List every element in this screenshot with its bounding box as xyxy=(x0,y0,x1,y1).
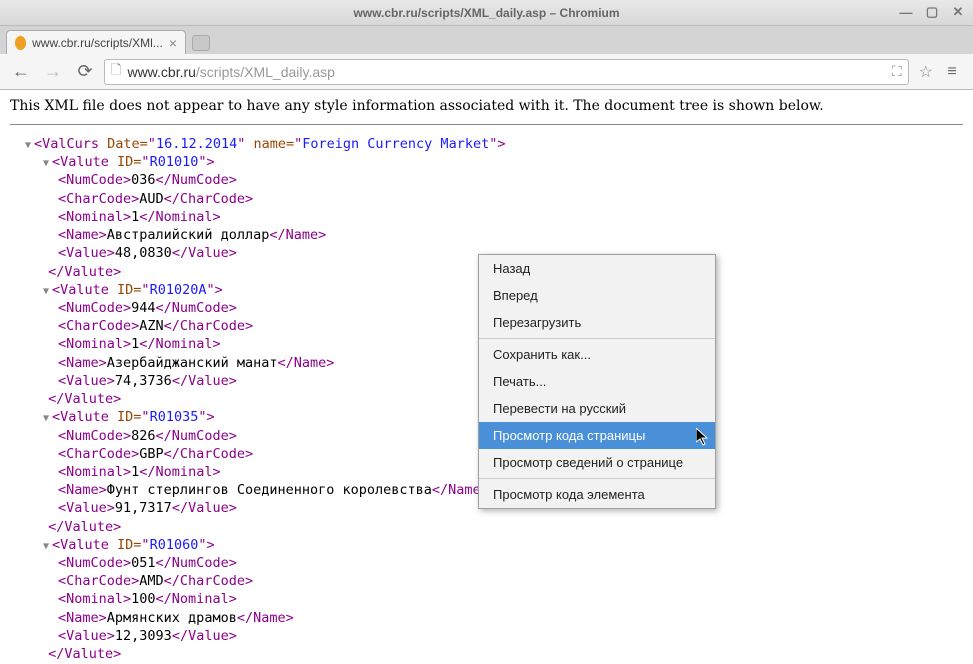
url-host: www.cbr.ru xyxy=(127,64,195,80)
ctx-back[interactable]: Назад xyxy=(479,255,715,282)
translate-icon[interactable]: ⛶ xyxy=(892,63,902,80)
context-menu: Назад Вперед Перезагрузить Сохранить как… xyxy=(478,254,716,509)
ctx-forward[interactable]: Вперед xyxy=(479,282,715,309)
ctx-translate[interactable]: Перевести на русский xyxy=(479,395,715,422)
browser-tab[interactable]: www.cbr.ru/scripts/XMl... × xyxy=(6,30,186,54)
window-title: www.cbr.ru/scripts/XML_daily.asp – Chrom… xyxy=(353,6,619,20)
xml-banner: This XML file does not appear to have an… xyxy=(10,98,963,120)
ctx-inspect[interactable]: Просмотр кода элемента xyxy=(479,481,715,508)
ctx-print[interactable]: Печать... xyxy=(479,368,715,395)
ctx-separator xyxy=(479,478,715,479)
url-path: /scripts/XML_daily.asp xyxy=(196,64,335,80)
tab-title: www.cbr.ru/scripts/XMl... xyxy=(32,36,163,50)
page-icon: 🗋 xyxy=(111,61,121,83)
window-controls: — ▢ ✕ xyxy=(897,4,967,20)
window-titlebar: www.cbr.ru/scripts/XML_daily.asp – Chrom… xyxy=(0,0,973,26)
reload-button[interactable]: ⟳ xyxy=(72,59,98,85)
tab-close-icon[interactable]: × xyxy=(169,35,177,51)
minimize-button[interactable]: — xyxy=(897,4,915,20)
address-bar[interactable]: 🗋 www.cbr.ru/scripts/XML_daily.asp ⛶ xyxy=(104,59,909,85)
menu-button[interactable]: ≡ xyxy=(939,59,965,85)
url-actions: ⛶ xyxy=(892,63,902,80)
divider xyxy=(10,124,963,125)
forward-button[interactable]: → xyxy=(40,59,66,85)
ctx-saveas[interactable]: Сохранить как... xyxy=(479,341,715,368)
ctx-viewsource[interactable]: Просмотр кода страницы xyxy=(479,422,715,449)
back-button[interactable]: ← xyxy=(8,59,34,85)
close-button[interactable]: ✕ xyxy=(949,4,967,20)
ctx-reload[interactable]: Перезагрузить xyxy=(479,309,715,336)
toolbar: ← → ⟳ 🗋 www.cbr.ru/scripts/XML_daily.asp… xyxy=(0,54,973,90)
new-tab-button[interactable] xyxy=(192,35,210,51)
maximize-button[interactable]: ▢ xyxy=(923,4,941,20)
ctx-separator xyxy=(479,338,715,339)
favicon-icon xyxy=(15,36,26,50)
bookmark-icon[interactable]: ☆ xyxy=(919,62,933,82)
tab-bar: www.cbr.ru/scripts/XMl... × xyxy=(0,26,973,54)
ctx-pageinfo[interactable]: Просмотр сведений о странице xyxy=(479,449,715,476)
